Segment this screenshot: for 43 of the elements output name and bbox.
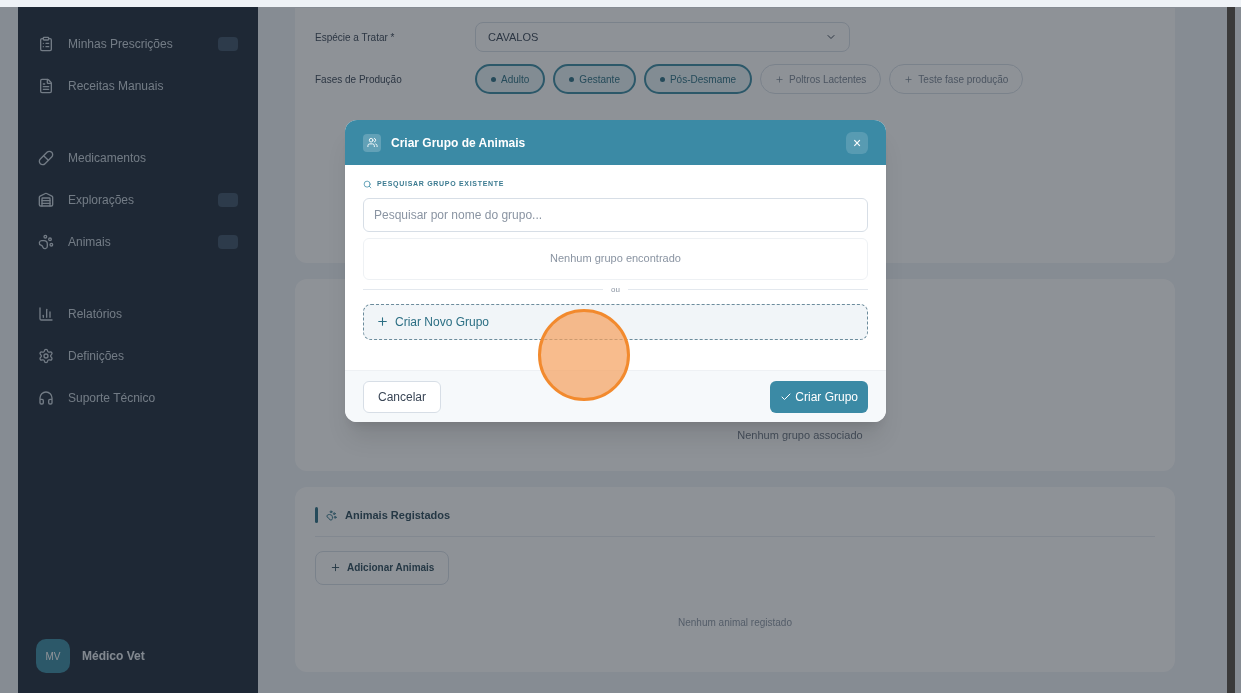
phase-chip[interactable]: Adulto bbox=[475, 64, 546, 94]
phase-chip[interactable]: Pós-Desmame bbox=[643, 64, 753, 94]
species-select[interactable]: CAVALOS bbox=[475, 22, 850, 52]
plus-icon bbox=[330, 562, 341, 573]
empty-message: Nenhum grupo encontrado bbox=[550, 251, 681, 267]
field-label: Espécie a Tratar * bbox=[315, 30, 396, 45]
phase-chip[interactable]: Gestante bbox=[553, 64, 636, 94]
cancel-button[interactable]: Cancelar bbox=[363, 380, 442, 413]
empty-message: Nenhum animal registado bbox=[678, 615, 792, 630]
create-group-button[interactable]: Criar Grupo bbox=[770, 380, 868, 413]
sidebar-item[interactable]: Definições bbox=[36, 339, 240, 373]
sidebar-item[interactable]: Animais bbox=[36, 225, 240, 259]
search-icon bbox=[363, 179, 372, 189]
paw-icon bbox=[326, 509, 337, 521]
settings-icon bbox=[38, 348, 54, 364]
sidebar-item[interactable]: Suporte Técnico bbox=[36, 381, 240, 415]
empty-message: Nenhum grupo associado bbox=[737, 427, 863, 443]
create-new-group-button[interactable]: Criar Novo Grupo bbox=[363, 303, 868, 340]
plus-icon bbox=[775, 74, 785, 84]
clipboard-icon bbox=[38, 36, 54, 52]
field-label: Fases de Produção bbox=[315, 72, 403, 87]
sidebar-item[interactable]: Explorações bbox=[36, 183, 240, 217]
headset-icon bbox=[38, 390, 54, 406]
sidebar-item[interactable]: Relatórios bbox=[36, 297, 240, 331]
search-field[interactable]: Pesquisar por nome do grupo... bbox=[363, 197, 868, 232]
plus-icon bbox=[904, 74, 914, 84]
sidebar-item[interactable]: Minhas Prescrições bbox=[36, 27, 240, 61]
user-avatar: MV bbox=[36, 639, 70, 673]
user-name: Médico Vet bbox=[82, 648, 145, 665]
paw-icon bbox=[38, 234, 54, 250]
modal-title: Criar Grupo de Animais bbox=[391, 134, 526, 152]
file-icon bbox=[38, 78, 54, 94]
plus-icon bbox=[376, 315, 389, 328]
divider-text: ou bbox=[611, 283, 620, 296]
add-animals-button[interactable]: Adicionar Animais bbox=[315, 550, 450, 585]
chart-icon bbox=[38, 306, 54, 322]
pills-icon bbox=[38, 150, 54, 166]
sidebar-item[interactable]: Medicamentos bbox=[36, 141, 240, 175]
sidebar-item[interactable]: Receitas Manuais bbox=[36, 69, 240, 103]
barn-icon bbox=[38, 192, 54, 208]
close-button[interactable]: × bbox=[846, 131, 868, 154]
group-icon bbox=[363, 133, 381, 152]
section-title: Animais Registados bbox=[345, 508, 451, 523]
